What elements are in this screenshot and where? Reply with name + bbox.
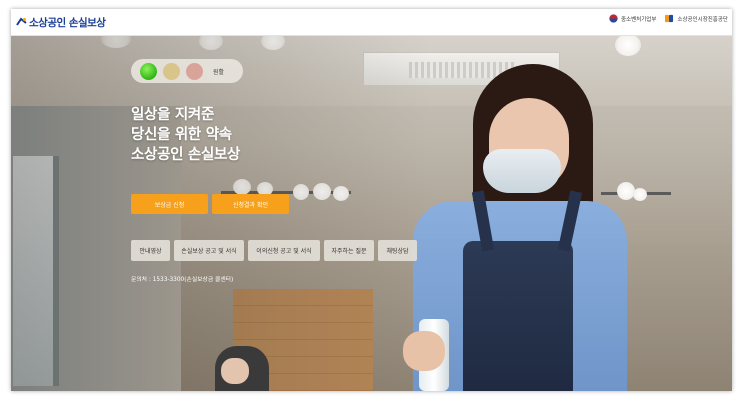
bg-lamp xyxy=(617,182,635,200)
headline-line-1: 일상을 지켜준 xyxy=(131,107,214,123)
objection-forms-button[interactable]: 이의신청 공고 및 서식 xyxy=(248,240,320,261)
partner-ministry-label: 중소벤처기업부 xyxy=(620,16,657,23)
partner-semas[interactable]: 소상공인시장진흥공단 xyxy=(664,14,728,23)
status-label: 원활 xyxy=(213,68,225,76)
headline-line-3: 소상공인 손실보상 xyxy=(131,147,241,163)
faq-button[interactable]: 자주하는 질문 xyxy=(324,240,374,261)
site-logo[interactable]: 소상공인 손실보상 xyxy=(16,15,106,30)
status-light-green xyxy=(140,62,157,80)
hero-banner: 원활 일상을 지켜준 당신을 위한 약속 소상공인 손실보상 보상금 신청 신청… xyxy=(11,36,732,391)
semas-logo-icon xyxy=(665,14,674,23)
status-indicator: 원활 xyxy=(131,59,243,83)
face-mask xyxy=(483,149,561,193)
notice-forms-button[interactable]: 손실보상 공고 및 서식 xyxy=(174,240,244,261)
logo-text: 소상공인 손실보상 xyxy=(29,16,106,29)
logo-mark-icon xyxy=(16,17,27,26)
chat-consult-button[interactable]: 채팅상담 xyxy=(378,240,417,261)
bg-person-face xyxy=(221,358,249,384)
woman-apron xyxy=(463,241,573,391)
ministry-emblem-icon xyxy=(609,14,618,23)
bg-lamp xyxy=(633,188,647,201)
partner-logos: 중소벤처기업부 소상공인시장진흥공단 xyxy=(609,14,728,23)
partner-semas-label: 소상공인시장진흥공단 xyxy=(677,16,728,23)
apply-compensation-button[interactable]: 보상금 신청 xyxy=(131,194,208,214)
partner-ministry[interactable]: 중소벤처기업부 xyxy=(609,14,656,23)
woman-hand xyxy=(403,331,445,371)
contact-info: 문의처 : 1533-3300(손실보상금 콜센터) xyxy=(131,277,234,283)
status-light-red xyxy=(186,62,203,80)
status-light-yellow xyxy=(163,62,180,80)
hero-headline: 일상을 지켜준 당신을 위한 약속 소상공인 손실보상 xyxy=(131,105,240,165)
browser-frame: 소상공인 손실보상 중소벤처기업부 소상공인시장진흥공단 원활 일상을 지켜준 … xyxy=(11,9,732,391)
headline-line-2: 당신을 위한 약속 xyxy=(131,127,232,143)
guide-video-button[interactable]: 안내영상 xyxy=(131,240,170,261)
check-result-button[interactable]: 신청결과 확인 xyxy=(212,194,289,214)
site-header: 소상공인 손실보상 중소벤처기업부 소상공인시장진흥공단 xyxy=(11,9,732,36)
